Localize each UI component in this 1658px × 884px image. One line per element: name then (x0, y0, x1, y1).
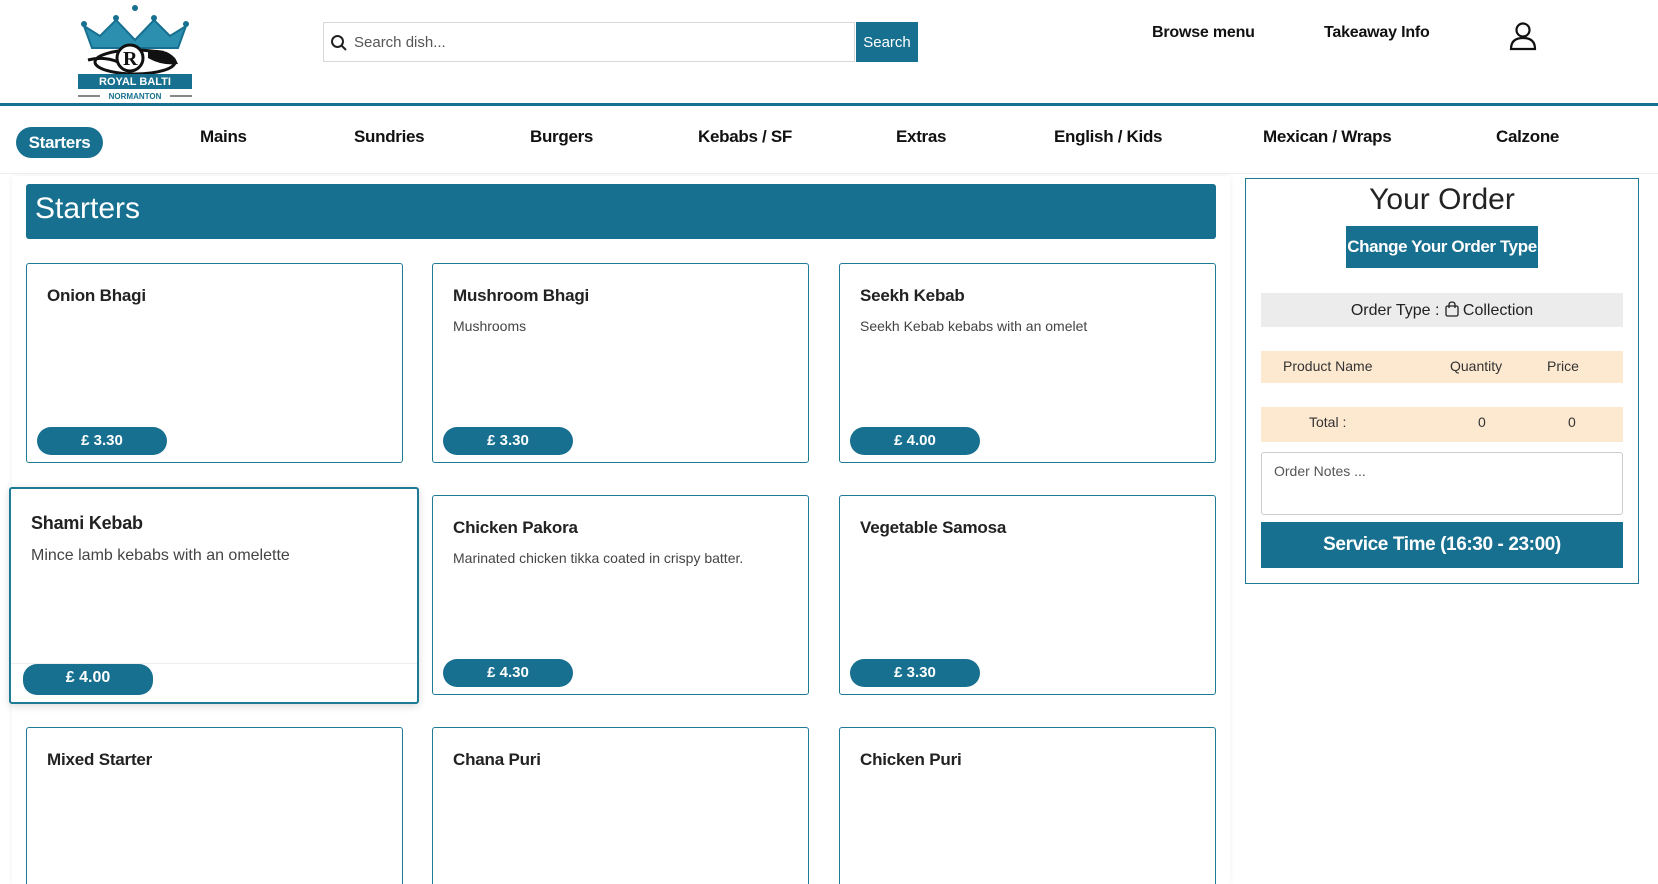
column-quantity: Quantity (1450, 358, 1503, 374)
royal-balti-logo[interactable]: R ROYAL BALTI NORMANTON (78, 4, 192, 102)
dish-description: Seekh Kebab kebabs with an omelet (860, 318, 1088, 334)
dish-name: Chicken Puri (860, 750, 962, 769)
logo-location-text: NORMANTON (109, 92, 162, 101)
section-title: Starters (26, 184, 1216, 239)
dish-card-chicken-puri[interactable]: Chicken Puri (839, 727, 1216, 884)
order-type-row: Order Type : Collection (1261, 293, 1623, 327)
dish-price-button[interactable]: £ 4.30 (443, 659, 573, 687)
category-tab-mexican-wraps[interactable]: Mexican / Wraps (1263, 127, 1392, 147)
browse-menu-link[interactable]: Browse menu (1152, 24, 1255, 42)
service-time-button[interactable]: Service Time (16:30 - 23:00) (1261, 522, 1623, 568)
category-tab-kebabs-sf[interactable]: Kebabs / SF (698, 127, 792, 147)
order-notes-field[interactable] (1261, 452, 1623, 515)
dish-price-button[interactable]: £ 4.00 (850, 427, 980, 455)
dish-price-button[interactable]: £ 3.30 (850, 659, 980, 687)
order-type-label: Order Type : (1350, 302, 1440, 319)
order-columns-header: Product Name Quantity Price (1261, 351, 1623, 383)
category-tab-mains[interactable]: Mains (200, 127, 247, 147)
dish-name: Vegetable Samosa (860, 518, 1007, 537)
order-type-value: Collection (1462, 302, 1534, 319)
logo-brand-text: ROYAL BALTI (99, 76, 171, 88)
site-header: R ROYAL BALTI NORMANTON Search Browse me… (0, 0, 1658, 106)
category-tab-english-kids[interactable]: English / Kids (1054, 127, 1163, 147)
search-input[interactable] (350, 23, 850, 61)
category-tab-burgers[interactable]: Burgers (530, 127, 593, 147)
dish-card-chana-puri[interactable]: Chana Puri (432, 727, 809, 884)
column-product-name: Product Name (1283, 358, 1373, 374)
category-nav: Starters Mains Sundries Burgers Kebabs /… (0, 106, 1658, 174)
search-box (323, 22, 855, 62)
dish-name: Mixed Starter (47, 750, 153, 769)
total-label: Total : (1309, 414, 1347, 430)
category-tab-sundries[interactable]: Sundries (354, 127, 425, 147)
dish-card-shami-kebab[interactable]: Shami Kebab Mince lamb kebabs with an om… (9, 487, 419, 704)
dish-card-mushroom-bhagi[interactable]: Mushroom Bhagi Mushrooms £ 3.30 (432, 263, 809, 463)
dish-card-onion-bhagi[interactable]: Onion Bhagi £ 3.30 (26, 263, 403, 463)
total-price: 0 (1568, 414, 1576, 430)
user-icon[interactable] (1508, 21, 1538, 51)
dish-description: Marinated chicken tikka coated in crispy… (453, 550, 744, 566)
dish-name: Mushroom Bhagi (453, 286, 590, 305)
dish-name: Chicken Pakora (453, 518, 578, 537)
dish-price-button[interactable]: £ 4.00 (23, 664, 153, 695)
order-totals-row: Total : 0 0 (1261, 407, 1623, 442)
dish-description: Mince lamb kebabs with an omelette (31, 547, 290, 564)
dish-card-mixed-starter[interactable]: Mixed Starter (26, 727, 403, 884)
dish-card-vegetable-samosa[interactable]: Vegetable Samosa £ 3.30 (839, 495, 1216, 695)
total-quantity: 0 (1478, 414, 1486, 430)
search-icon (331, 35, 347, 51)
order-title: Your Order (1369, 183, 1515, 216)
dish-price-button[interactable]: £ 3.30 (37, 427, 167, 455)
dish-name: Shami Kebab (31, 513, 143, 533)
dish-name: Seekh Kebab (860, 286, 965, 305)
svg-text:R: R (123, 48, 138, 70)
column-price: Price (1547, 358, 1579, 374)
category-tab-calzone[interactable]: Calzone (1496, 127, 1559, 147)
change-order-type-button[interactable]: Change Your Order Type (1346, 226, 1538, 268)
category-tab-starters[interactable]: Starters (16, 127, 103, 158)
search-button[interactable]: Search (856, 22, 918, 62)
shopping-bag-icon (1445, 301, 1459, 317)
dish-name: Onion Bhagi (47, 286, 146, 305)
dish-name: Chana Puri (453, 750, 541, 769)
dish-description: Mushrooms (453, 318, 527, 334)
dish-price-button[interactable]: £ 3.30 (443, 427, 573, 455)
order-panel: Your Order Change Your Order Type Order … (1245, 178, 1639, 584)
crown-logo-icon: R ROYAL BALTI NORMANTON (78, 5, 192, 101)
dish-card-seekh-kebab[interactable]: Seekh Kebab Seekh Kebab kebabs with an o… (839, 263, 1216, 463)
category-tab-extras[interactable]: Extras (896, 127, 946, 147)
dish-card-chicken-pakora[interactable]: Chicken Pakora Marinated chicken tikka c… (432, 495, 809, 695)
takeaway-info-link[interactable]: Takeaway Info (1324, 24, 1430, 42)
